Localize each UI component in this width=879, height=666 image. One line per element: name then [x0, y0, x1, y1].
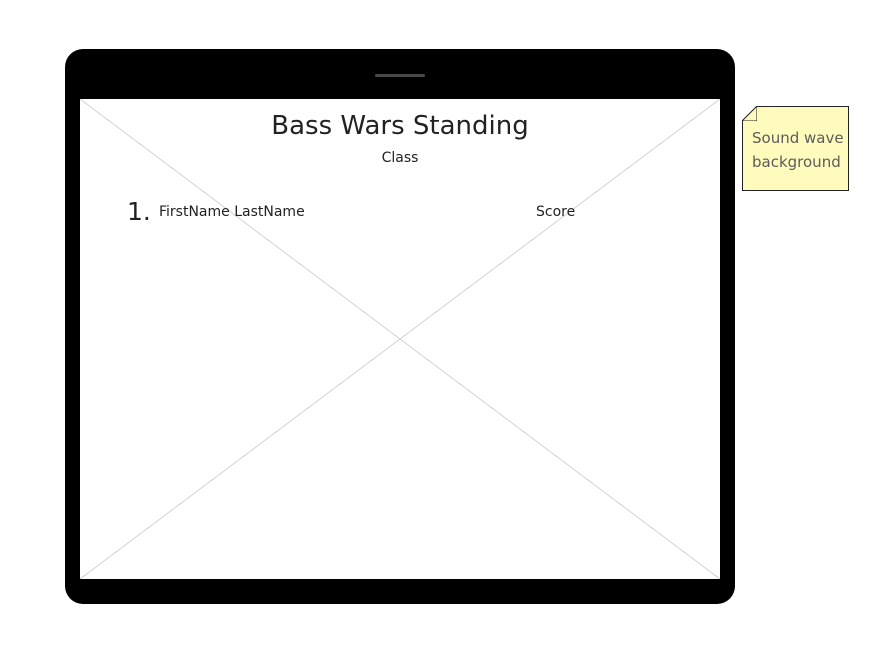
leaderboard-player-name: FirstName LastName: [159, 204, 305, 220]
note-fold-icon: [742, 106, 757, 121]
page-title: Bass Wars Standing: [271, 111, 529, 141]
leaderboard-rank: 1.: [127, 197, 151, 226]
tablet-device-frame: Bass Wars Standing Class 1. FirstName La…: [65, 49, 735, 604]
device-speaker: [375, 74, 425, 77]
sticky-note-annotation: Sound wave background: [742, 106, 849, 191]
class-subtitle: Class: [381, 150, 419, 166]
sticky-note-text: Sound wave background: [752, 129, 844, 171]
leaderboard-player-score: Score: [536, 204, 576, 220]
image-placeholder-icon: [80, 99, 720, 579]
tablet-screen: Bass Wars Standing Class 1. FirstName La…: [80, 99, 720, 579]
